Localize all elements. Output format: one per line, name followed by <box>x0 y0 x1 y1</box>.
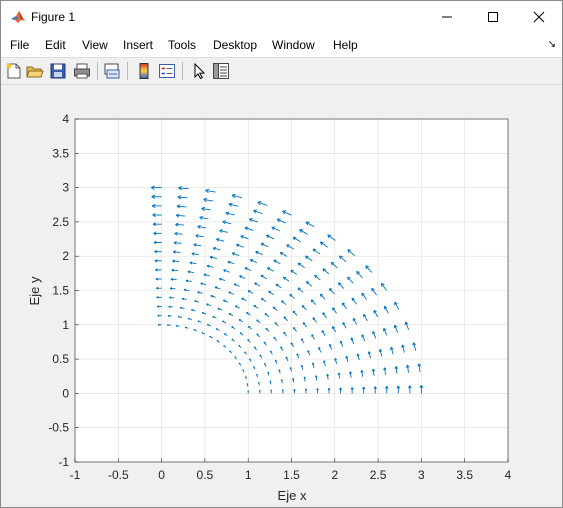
y-tick-label: -0.5 <box>48 421 69 435</box>
menu-tools[interactable]: Tools <box>168 38 196 52</box>
x-tick-label: 3 <box>418 468 425 482</box>
figure-toolbar <box>1 58 562 85</box>
y-tick-label: 1.5 <box>52 284 69 298</box>
y-tick-label: 3.5 <box>52 146 69 160</box>
save-icon[interactable] <box>49 62 67 80</box>
x-axis-label: Eje x <box>278 488 307 503</box>
close-icon <box>533 11 545 23</box>
link-plot-icon[interactable] <box>103 62 121 80</box>
y-axis-label: Eje y <box>27 276 42 305</box>
title-bar: Figure 1 <box>1 1 562 33</box>
y-tick-label: -1 <box>58 455 69 469</box>
matlab-logo-icon <box>11 11 25 23</box>
y-axis-ticks: -1 -0.5 0 0.5 1 1.5 2 2.5 3 3.5 4 <box>48 112 79 469</box>
menu-edit[interactable]: Edit <box>45 38 66 52</box>
y-tick-label: 4 <box>62 112 69 126</box>
new-figure-icon[interactable] <box>5 62 23 80</box>
x-tick-label: 3.5 <box>456 468 473 482</box>
y-tick-label: 3 <box>62 181 69 195</box>
y-tick-label: 2 <box>62 249 69 263</box>
print-icon[interactable] <box>73 62 91 80</box>
menu-overflow-arrow-icon[interactable]: ↘ <box>548 39 556 50</box>
window-title: Figure 1 <box>31 10 76 24</box>
vector-arrow <box>157 323 162 326</box>
pointer-icon[interactable] <box>190 62 208 80</box>
x-tick-label: -1 <box>70 468 81 482</box>
menu-bar: File Edit View Insert Tools Desktop Wind… <box>1 33 562 58</box>
menu-view[interactable]: View <box>82 38 108 52</box>
y-tick-label: 0.5 <box>52 352 69 366</box>
property-inspector-icon[interactable] <box>212 62 230 80</box>
maximize-button[interactable] <box>470 1 516 33</box>
figure-window: Figure 1 File Edit View Insert Tools Des… <box>0 0 563 508</box>
vector-arrow <box>247 390 250 394</box>
toolbar-separator <box>97 62 98 80</box>
vector-arrow <box>258 390 261 394</box>
insert-colorbar-icon[interactable] <box>135 62 153 80</box>
vector-arrow <box>270 389 273 394</box>
toolbar-separator <box>127 62 128 80</box>
y-tick-label: 2.5 <box>52 215 69 229</box>
x-tick-label: 1.5 <box>283 468 300 482</box>
x-tick-label: 2.5 <box>370 468 387 482</box>
minimize-button[interactable] <box>424 1 470 33</box>
menu-desktop[interactable]: Desktop <box>213 38 257 52</box>
figure-canvas: -1 -0.5 0 0.5 1 1.5 2 2.5 3 3.5 4 -1 -0.5 0 0.5 1 1.5 2 2… <box>1 85 562 507</box>
close-button[interactable] <box>516 1 562 33</box>
insert-legend-icon[interactable] <box>158 62 176 80</box>
menu-file[interactable]: File <box>10 38 29 52</box>
y-tick-label: 0 <box>62 386 69 400</box>
open-file-icon[interactable] <box>26 62 44 80</box>
quiver-plot[interactable]: -1 -0.5 0 0.5 1 1.5 2 2.5 3 3.5 4 -1 -0.5 0 0.5 1 1.5 2 2… <box>1 85 562 507</box>
toolbar-separator <box>182 62 183 80</box>
x-tick-label: 2 <box>331 468 338 482</box>
menu-window[interactable]: Window <box>272 38 315 52</box>
menu-help[interactable]: Help <box>333 38 358 52</box>
x-tick-label: 4 <box>505 468 512 482</box>
x-tick-label: 0 <box>158 468 165 482</box>
minimize-icon <box>442 16 452 18</box>
maximize-icon <box>488 12 498 22</box>
menu-insert[interactable]: Insert <box>123 38 153 52</box>
y-tick-label: 1 <box>62 318 69 332</box>
x-tick-label: -0.5 <box>108 468 129 482</box>
x-tick-label: 1 <box>245 468 252 482</box>
x-tick-label: 0.5 <box>197 468 214 482</box>
